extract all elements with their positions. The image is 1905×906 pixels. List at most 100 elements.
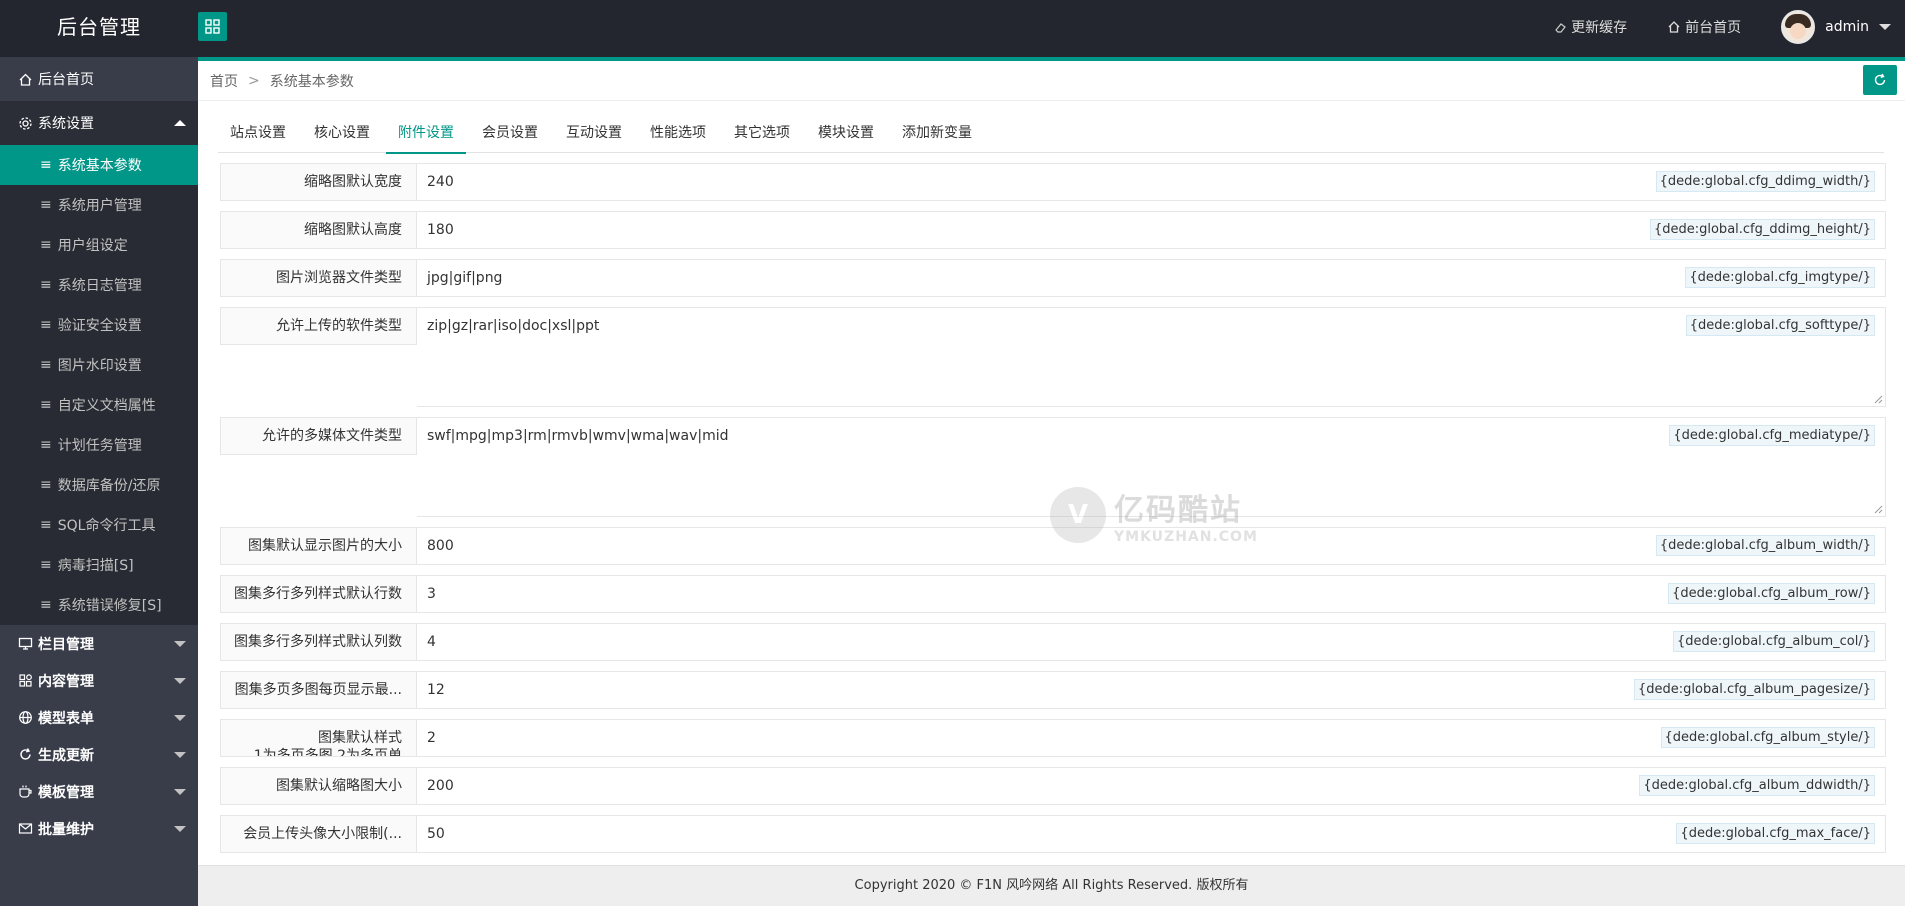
- template-tag: {dede:global.cfg_album_ddwidth/}: [1639, 775, 1875, 796]
- field-value: jpg|gif|png: [427, 270, 503, 286]
- sidebar-item-label: 系统设置: [38, 116, 94, 132]
- list-icon: ≡: [40, 237, 52, 253]
- sidebar-subitem[interactable]: ≡ 系统基本参数: [0, 145, 198, 185]
- tab[interactable]: 核心设置: [302, 113, 382, 153]
- watermark-subtitle: YMKUZHAN.COM: [1114, 529, 1258, 545]
- field-value: 240: [427, 174, 454, 190]
- list-icon: ≡: [40, 557, 52, 573]
- sidebar-group[interactable]: 栏目管理: [0, 625, 198, 662]
- sidebar-group[interactable]: 批量维护: [0, 810, 198, 847]
- template-tag: {dede:global.cfg_album_style/}: [1660, 727, 1875, 748]
- refresh-button[interactable]: [1863, 65, 1897, 95]
- watermark-title: 亿码酷站: [1114, 493, 1242, 528]
- home-icon: [1668, 21, 1680, 33]
- field-label: 允许的多媒体文件类型: [220, 417, 417, 455]
- home-icon: [19, 73, 32, 86]
- app-logo[interactable]: 后台管理: [0, 0, 198, 57]
- tab[interactable]: 其它选项: [722, 113, 802, 153]
- globe-icon: [19, 711, 32, 724]
- username: admin: [1825, 19, 1869, 35]
- sidebar-item-system[interactable]: 系统设置: [0, 101, 198, 145]
- refresh-icon: [1874, 73, 1886, 86]
- tab[interactable]: 添加新变量: [890, 113, 984, 153]
- list-icon: ≡: [40, 197, 52, 213]
- form-row: 图集默认样式 1为多页多图,2为多页单 2 {dede:global.cfg_albu…: [220, 719, 1886, 757]
- sidebar-subitem-label: 系统基本参数: [57, 158, 142, 174]
- user-menu[interactable]: admin: [1781, 10, 1891, 44]
- sidebar-subitem[interactable]: ≡ 数据库备份/还原: [0, 465, 198, 505]
- sidebar-subitem[interactable]: ≡ 病毒扫描[S]: [0, 545, 198, 585]
- field-label: 缩略图默认高度: [220, 211, 417, 249]
- tab[interactable]: 站点设置: [218, 113, 298, 153]
- tab[interactable]: 附件设置: [386, 113, 466, 154]
- field-label: 图集默认显示图片的大小: [220, 527, 417, 565]
- sidebar-subitem[interactable]: ≡ 自定义文档属性: [0, 385, 198, 425]
- top-header: 后台管理 更新缓存 前台首页 admin: [0, 0, 1905, 57]
- sidebar-subitem[interactable]: ≡ 计划任务管理: [0, 425, 198, 465]
- front-home-label: 前台首页: [1685, 20, 1742, 36]
- sidebar-subitem-label: 自定义文档属性: [57, 398, 156, 414]
- tab[interactable]: 互动设置: [554, 113, 634, 153]
- sidebar-subitem-label: 系统错误修复[S]: [57, 598, 162, 614]
- field-input[interactable]: 2 {dede:global.cfg_album_style/}: [417, 719, 1886, 757]
- field-input[interactable]: 12 {dede:global.cfg_album_pagesize/}: [417, 671, 1886, 709]
- tab[interactable]: 模块设置: [806, 113, 886, 153]
- sidebar-group[interactable]: 模型表单: [0, 699, 198, 736]
- monitor-icon: [18, 637, 33, 650]
- sidebar-subitem[interactable]: ≡ 验证安全设置: [0, 305, 198, 345]
- field-input[interactable]: 50 {dede:global.cfg_max_face/}: [417, 815, 1886, 853]
- chevron-down-icon: [174, 640, 186, 647]
- form-row: 缩略图默认高度 180 {dede:global.cfg_ddimg_height/…: [220, 211, 1886, 249]
- list-icon: ≡: [40, 277, 52, 293]
- field-input[interactable]: 240 {dede:global.cfg_ddimg_width/}: [417, 163, 1886, 201]
- template-tag: {dede:global.cfg_softtype/}: [1685, 315, 1875, 336]
- sidebar-group[interactable]: 内容管理: [0, 662, 198, 699]
- list-icon: ≡: [40, 317, 52, 333]
- sidebar-subitem-label: 图片水印设置: [57, 358, 142, 374]
- sidebar-subitem-label: 系统日志管理: [57, 278, 142, 294]
- breadcrumb-separator: >: [248, 72, 260, 89]
- field-value: 12: [427, 682, 445, 698]
- template-tag: {dede:global.cfg_mediatype/}: [1669, 425, 1875, 446]
- field-value: 800: [427, 538, 454, 554]
- front-home-link[interactable]: 前台首页: [1667, 17, 1741, 37]
- sidebar-subitem[interactable]: ≡ 系统错误修复[S]: [0, 585, 198, 625]
- sidebar-subitem-label: 系统用户管理: [57, 198, 142, 214]
- field-input[interactable]: 4 {dede:global.cfg_album_col/}: [417, 623, 1886, 661]
- sidebar-subitem-label: 验证安全设置: [57, 318, 142, 334]
- field-value: zip|gz|rar|iso|doc|xsl|ppt: [427, 318, 600, 334]
- sidebar-item-label: 批量维护: [38, 821, 94, 838]
- chevron-down-icon: [174, 714, 186, 721]
- template-tag: {dede:global.cfg_ddimg_width/}: [1655, 171, 1875, 192]
- tab[interactable]: 会员设置: [470, 113, 550, 153]
- sidebar-item-home[interactable]: 后台首页: [0, 57, 198, 101]
- sidebar-subitem-label: 计划任务管理: [57, 438, 142, 454]
- sidebar-subitem[interactable]: ≡ 用户组设定: [0, 225, 198, 265]
- field-input[interactable]: jpg|gif|png {dede:global.cfg_imgtype/}: [417, 259, 1886, 297]
- update-cache-link[interactable]: 更新缓存: [1554, 17, 1627, 37]
- form-row: 图集多行多列样式默认行数 3 {dede:global.cfg_album_row/…: [220, 575, 1886, 613]
- sidebar-subitem[interactable]: ≡ SQL命令行工具: [0, 505, 198, 545]
- menu-toggle-button[interactable]: [198, 12, 227, 41]
- sidebar-item-label: 模型表单: [38, 710, 94, 727]
- field-value: 3: [427, 586, 436, 602]
- sidebar-group[interactable]: 模板管理: [0, 773, 198, 810]
- sidebar-subitem[interactable]: ≡ 系统用户管理: [0, 185, 198, 225]
- field-label: 允许上传的软件类型: [220, 307, 417, 345]
- list-icon: ≡: [40, 477, 52, 493]
- watermark-logo: V: [1050, 487, 1106, 543]
- sidebar-group[interactable]: 生成更新: [0, 736, 198, 773]
- form-row: 缩略图默认宽度 240 {dede:global.cfg_ddimg_width/}: [220, 163, 1886, 201]
- sidebar-subitem[interactable]: ≡ 图片水印设置: [0, 345, 198, 385]
- chevron-down-icon: [174, 825, 186, 832]
- sidebar-item-label: 生成更新: [38, 747, 94, 764]
- field-textarea[interactable]: zip|gz|rar|iso|doc|xsl|ppt {dede:global.c…: [417, 307, 1886, 407]
- resize-handle-icon[interactable]: [1873, 394, 1883, 404]
- field-input[interactable]: 200 {dede:global.cfg_album_ddwidth/}: [417, 767, 1886, 805]
- resize-handle-icon[interactable]: [1873, 504, 1883, 514]
- tab[interactable]: 性能选项: [638, 113, 718, 153]
- breadcrumb-home[interactable]: 首页: [210, 71, 238, 91]
- field-input[interactable]: 3 {dede:global.cfg_album_row/}: [417, 575, 1886, 613]
- sidebar-subitem[interactable]: ≡ 系统日志管理: [0, 265, 198, 305]
- field-input[interactable]: 180 {dede:global.cfg_ddimg_height/}: [417, 211, 1886, 249]
